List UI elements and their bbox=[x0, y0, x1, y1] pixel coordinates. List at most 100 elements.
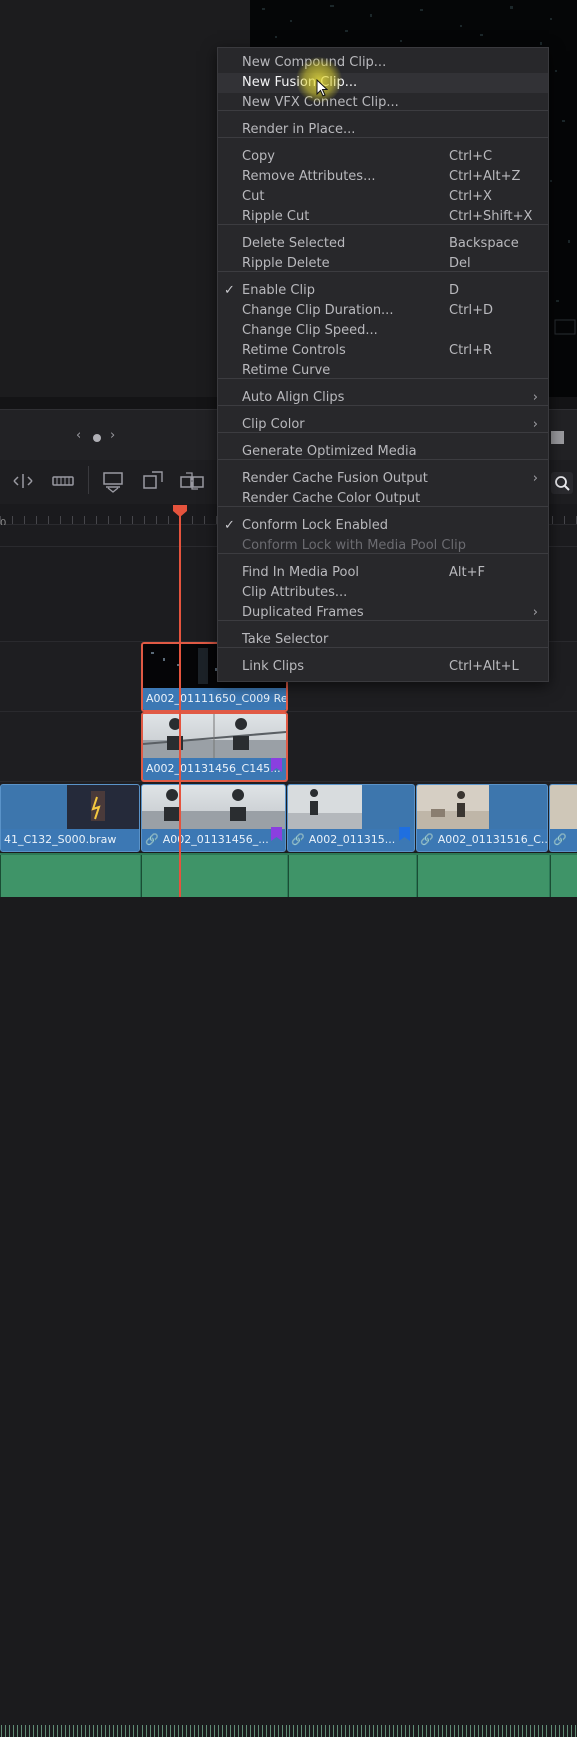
checkmark-icon: ✓ bbox=[224, 518, 235, 533]
menu-separator bbox=[218, 647, 548, 648]
menu-item-label: Remove Attributes... bbox=[242, 169, 376, 184]
menu-separator bbox=[218, 110, 548, 111]
menu-item-new-fusion-clip[interactable]: New Fusion Clip... bbox=[218, 73, 548, 93]
audio-waveform bbox=[1, 1725, 140, 1737]
link-icon: 🔗 bbox=[553, 833, 567, 846]
link-icon: 🔗 bbox=[291, 833, 305, 846]
clip-label: A002_01111650_C009 Re... bbox=[143, 688, 286, 710]
menu-item-label: Render Cache Fusion Output bbox=[242, 471, 428, 486]
menu-item-clip-attributes[interactable]: Clip Attributes... bbox=[218, 583, 548, 603]
clip-thumbnail bbox=[143, 714, 286, 758]
timeline-clip-v2[interactable]: A002_01131456_C145... bbox=[141, 712, 288, 782]
insert-clip-icon[interactable] bbox=[99, 468, 127, 494]
viewer-panel bbox=[0, 0, 250, 397]
menu-item-copy[interactable]: Copy Ctrl+C bbox=[218, 147, 548, 167]
audio-clip[interactable] bbox=[288, 855, 416, 1737]
menu-item-enable-clip[interactable]: ✓ Enable Clip D bbox=[218, 281, 548, 301]
menu-separator bbox=[218, 620, 548, 621]
bookmark-marker-icon[interactable] bbox=[399, 827, 410, 841]
audio-waveform bbox=[142, 1725, 287, 1737]
menu-separator bbox=[218, 506, 548, 507]
bookmark-marker-icon[interactable] bbox=[271, 758, 282, 772]
overwrite-clip-icon[interactable] bbox=[139, 468, 167, 494]
clip-thumbnail bbox=[142, 785, 285, 829]
checkmark-icon: ✓ bbox=[224, 283, 235, 298]
submenu-chevron-icon: › bbox=[532, 471, 538, 486]
menu-item-find-in-media-pool[interactable]: Find In Media Pool Alt+F bbox=[218, 563, 548, 583]
clip-label: 41_C132_S000.braw bbox=[1, 829, 139, 851]
clip-thumbnail bbox=[550, 785, 577, 829]
timeline-clip-v1-3[interactable]: 🔗 A002_011315... bbox=[287, 784, 415, 852]
audio-clip[interactable] bbox=[417, 855, 549, 1737]
page-dot-indicator[interactable] bbox=[93, 434, 101, 442]
timeline-clip-v1-1[interactable]: 41_C132_S000.braw bbox=[0, 784, 140, 852]
menu-item-label: Change Clip Duration... bbox=[242, 303, 394, 318]
menu-separator bbox=[218, 553, 548, 554]
menu-item-label: Link Clips bbox=[242, 659, 305, 674]
menu-separator bbox=[218, 459, 548, 460]
clip-label: 🔗 A002_01131456_... bbox=[142, 829, 285, 851]
clip-label-text: A002_011315... bbox=[308, 833, 396, 846]
menu-item-shortcut: Backspace bbox=[449, 236, 519, 251]
audio-clip[interactable] bbox=[550, 855, 577, 1737]
menu-item-shortcut: Ctrl+X bbox=[449, 189, 492, 204]
clip-thumbnail bbox=[417, 785, 547, 829]
menu-item-change-clip-speed[interactable]: Change Clip Speed... bbox=[218, 321, 548, 341]
menu-item-change-clip-duration[interactable]: Change Clip Duration... Ctrl+D bbox=[218, 301, 548, 321]
menu-item-shortcut: Alt+F bbox=[449, 565, 485, 580]
menu-item-delete-selected[interactable]: Delete Selected Backspace bbox=[218, 234, 548, 254]
menu-item-cut[interactable]: Cut Ctrl+X bbox=[218, 187, 548, 207]
blade-tool-icon[interactable] bbox=[49, 468, 77, 494]
menu-item-shortcut: D bbox=[449, 283, 460, 298]
mouse-cursor-icon bbox=[316, 79, 328, 97]
menu-item-link-clips[interactable]: Link Clips Ctrl+Alt+L bbox=[218, 657, 548, 677]
menu-separator bbox=[218, 432, 548, 433]
menu-separator bbox=[218, 405, 548, 406]
menu-separator bbox=[218, 271, 548, 272]
toolbar-divider bbox=[88, 466, 89, 494]
menu-item-render-cache-fusion-output[interactable]: Render Cache Fusion Output › bbox=[218, 469, 548, 489]
audio-clip[interactable] bbox=[141, 855, 287, 1737]
menu-item-shortcut: Ctrl+Alt+L bbox=[449, 659, 519, 674]
clip-label-text: A002_01131516_C... bbox=[437, 833, 547, 846]
menu-item-label: Clip Attributes... bbox=[242, 585, 348, 600]
menu-item-label: Cut bbox=[242, 189, 265, 204]
playhead-line[interactable] bbox=[179, 512, 181, 897]
video-track-2 bbox=[0, 712, 577, 782]
audio-waveform bbox=[289, 1725, 416, 1737]
timeline-clip-v1-2[interactable]: 🔗 A002_01131456_... bbox=[141, 784, 286, 852]
clip-label: 🔗 bbox=[550, 829, 577, 851]
menu-item-label: Change Clip Speed... bbox=[242, 323, 378, 338]
dynamic-trim-icon[interactable] bbox=[9, 468, 37, 494]
menu-item-remove-attributes[interactable]: Remove Attributes... Ctrl+Alt+Z bbox=[218, 167, 548, 187]
menu-item-label: Enable Clip bbox=[242, 283, 315, 298]
replace-clip-icon[interactable] bbox=[178, 468, 206, 494]
playhead-handle-icon[interactable] bbox=[172, 504, 188, 518]
prev-arrow-icon[interactable]: ‹ bbox=[76, 428, 81, 443]
timeline-clip-v1-5[interactable]: 🔗 bbox=[549, 784, 577, 852]
menu-item-shortcut: Ctrl+D bbox=[449, 303, 494, 318]
menu-item-new-compound-clip[interactable]: New Compound Clip... bbox=[218, 53, 548, 73]
stop-icon[interactable] bbox=[551, 431, 564, 444]
link-icon: 🔗 bbox=[420, 833, 434, 846]
menu-item-conform-lock-enabled[interactable]: ✓ Conform Lock Enabled bbox=[218, 516, 548, 536]
timeline-clip-v1-4[interactable]: 🔗 A002_01131516_C... bbox=[416, 784, 548, 852]
menu-item-label: Copy bbox=[242, 149, 275, 164]
audio-clip[interactable] bbox=[0, 855, 140, 1737]
menu-item-retime-controls[interactable]: Retime Controls Ctrl+R bbox=[218, 341, 548, 361]
menu-item-shortcut: Ctrl+R bbox=[449, 343, 493, 358]
link-icon: 🔗 bbox=[145, 833, 159, 846]
menu-item-label: Retime Controls bbox=[242, 343, 346, 358]
menu-item-label: Delete Selected bbox=[242, 236, 346, 251]
next-arrow-icon[interactable]: › bbox=[110, 428, 115, 443]
menu-separator bbox=[218, 378, 548, 379]
clip-thumbnail bbox=[1, 785, 139, 829]
menu-item-label: Conform Lock Enabled bbox=[242, 518, 389, 533]
audio-waveform bbox=[551, 1725, 577, 1737]
bookmark-marker-icon[interactable] bbox=[271, 827, 282, 841]
menu-separator bbox=[218, 224, 548, 225]
menu-item-shortcut: Ctrl+C bbox=[449, 149, 493, 164]
zoom-search-icon[interactable] bbox=[551, 472, 573, 494]
clip-thumbnail bbox=[288, 785, 414, 829]
clip-label: 🔗 A002_011315... bbox=[288, 829, 414, 851]
